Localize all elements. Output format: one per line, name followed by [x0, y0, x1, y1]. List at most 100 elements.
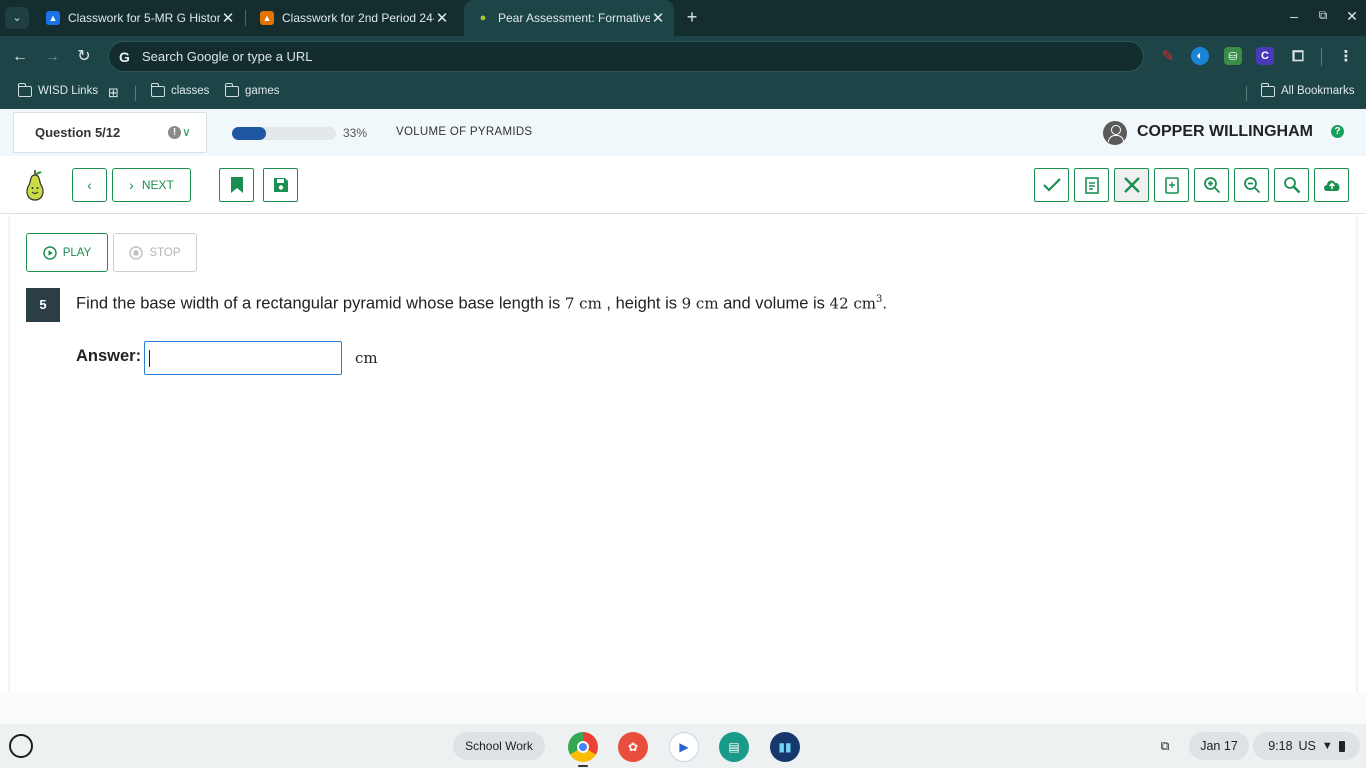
checkmark-icon	[1042, 178, 1061, 192]
answer-unit: cm	[355, 349, 378, 367]
date-button[interactable]: Jan 17	[1189, 732, 1249, 760]
question-text-part: , height is	[601, 294, 682, 313]
browser-tab-classroom-period[interactable]: ▲ Classwork for 2nd Period 24-2 ✕	[248, 0, 458, 36]
folder-icon	[1260, 82, 1275, 97]
zoom-out-button[interactable]	[1234, 168, 1269, 202]
folder-link-icon	[17, 82, 32, 97]
screen-capture-icon[interactable]: ⧉	[1150, 732, 1180, 760]
apps-grid-icon[interactable]: ⊞	[108, 85, 119, 101]
submit-upload-button[interactable]	[1314, 168, 1349, 202]
tab-title: Classwork for 2nd Period 24-2	[282, 11, 434, 25]
edge-extension-icon[interactable]: ◐	[1191, 47, 1209, 65]
close-window-icon[interactable]: ✕	[1342, 8, 1362, 25]
classroom-app-icon[interactable]: ▤	[719, 732, 749, 762]
stop-audio-button[interactable]: STOP	[113, 233, 197, 272]
date-label: Jan 17	[1200, 739, 1238, 753]
tab-search-chevron-icon[interactable]: ⌄	[5, 7, 29, 29]
toolbar-divider	[1321, 48, 1322, 66]
play-circle-icon	[42, 245, 57, 260]
zoom-in-button[interactable]	[1194, 168, 1229, 202]
browser-tab-pear-assessment[interactable]: ● Pear Assessment: Formative a ✕	[464, 0, 674, 36]
tab-separator	[245, 10, 246, 26]
pear-icon: ●	[479, 12, 487, 24]
save-button[interactable]	[263, 168, 298, 202]
all-bookmarks[interactable]: All Bookmarks	[1260, 82, 1355, 97]
reload-icon[interactable]: ↻	[72, 45, 96, 69]
zoom-out-icon	[1243, 177, 1260, 194]
magnifier-button[interactable]	[1274, 168, 1309, 202]
os-shelf: School Work ✿ ▶ ▤ ▮▮ ⧉ Jan 17 9:18 US ▼	[0, 724, 1366, 768]
notes-button[interactable]	[1074, 168, 1109, 202]
drive-extension-icon[interactable]: ⛁	[1224, 47, 1242, 65]
analytics-app-icon[interactable]: ▮▮	[770, 732, 800, 762]
pear-deck-app-icon[interactable]: ▶	[669, 732, 699, 762]
running-app-indicator	[578, 765, 588, 767]
new-tab-plus-icon[interactable]: +	[681, 6, 703, 28]
chevron-right-icon: ›	[129, 177, 134, 193]
browser-toolbar: ← → ↻ G Search Google or type a URL ✎ ◐ …	[0, 36, 1366, 78]
close-tab-icon[interactable]: ✕	[434, 9, 450, 27]
volume-value: 42 cm	[829, 294, 877, 313]
eliminator-button[interactable]	[1114, 168, 1149, 202]
c-extension-icon[interactable]: C	[1256, 47, 1274, 65]
help-question-icon[interactable]: ?	[1331, 125, 1344, 138]
back-arrow-icon[interactable]: ←	[8, 45, 32, 69]
play-audio-button[interactable]: PLAY	[26, 233, 108, 272]
bookmark-button[interactable]	[219, 168, 254, 202]
zoom-in-icon	[1203, 177, 1220, 194]
question-text: Find the base width of a rectangular pyr…	[76, 294, 887, 314]
restore-window-icon[interactable]: ⧉	[1313, 8, 1333, 23]
pear-logo-icon	[26, 170, 44, 201]
bookmark-label: classes	[171, 85, 210, 97]
google-classroom-icon: ▲	[46, 11, 60, 25]
minimize-window-icon[interactable]: –	[1284, 8, 1304, 24]
battery-icon	[1338, 740, 1345, 752]
bookmarks-bar: WISD Links ⊞ classes games All Bookmarks	[0, 78, 1366, 109]
canvas-paint-app-icon[interactable]: ✿	[618, 732, 648, 762]
question-selector[interactable]: Question 5/12 ! ∨	[13, 112, 207, 153]
launcher-circle-icon[interactable]	[9, 734, 33, 758]
bookmark-games[interactable]: games	[224, 82, 280, 97]
play-label: PLAY	[62, 246, 92, 259]
previous-question-button[interactable]: ‹	[72, 168, 107, 202]
question-counter: Question 5/12	[35, 125, 121, 140]
wifi-icon: ▼	[1321, 740, 1333, 752]
close-tab-icon[interactable]: ✕	[220, 9, 236, 27]
answer-input[interactable]	[144, 341, 342, 375]
cloud-upload-icon	[1323, 180, 1339, 191]
next-label: NEXT	[141, 178, 174, 192]
clock: 9:18	[1268, 739, 1293, 753]
browser-tab-classroom-history[interactable]: ▲ Classwork for 5-MR G History 2 ✕	[34, 0, 244, 36]
height-value: 9 cm	[681, 294, 719, 313]
forward-arrow-icon[interactable]: →	[40, 45, 64, 69]
calculator-button[interactable]	[1154, 168, 1189, 202]
close-tab-icon[interactable]: ✕	[650, 9, 666, 27]
status-tray[interactable]: 9:18 US ▼	[1253, 732, 1360, 760]
user-avatar-icon[interactable]	[1103, 121, 1127, 145]
google-g-icon: G	[119, 48, 130, 65]
browser-menu-kebab-icon[interactable]: ⋮	[1337, 47, 1355, 65]
address-bar[interactable]: G Search Google or type a URL	[108, 41, 1144, 72]
bookmark-separator	[1246, 86, 1247, 101]
question-text-part: Find the base width of a rectangular pyr…	[76, 294, 565, 313]
bookmark-wisd-links[interactable]: WISD Links	[17, 82, 99, 97]
folder-icon	[150, 82, 165, 97]
extensions-puzzle-icon[interactable]: ⧠	[1289, 47, 1307, 65]
next-question-button[interactable]: › NEXT	[112, 168, 191, 202]
notes-icon	[1084, 177, 1099, 194]
check-answer-button[interactable]	[1034, 168, 1069, 202]
pen-extension-icon[interactable]: ✎	[1159, 47, 1177, 65]
progress-percent: 33%	[343, 126, 368, 140]
bookmark-classes[interactable]: classes	[150, 82, 210, 97]
question-text-part: and volume is	[718, 294, 830, 313]
desk-name-button[interactable]: School Work	[453, 732, 545, 760]
text-caret	[149, 350, 150, 367]
progress-fill	[232, 127, 267, 140]
tab-title: Pear Assessment: Formative a	[498, 11, 650, 25]
bookmark-separator	[135, 86, 136, 101]
chevron-down-icon[interactable]: ∨	[182, 125, 191, 139]
page-bottom-strip	[0, 692, 1366, 724]
bookmark-label: WISD Links	[38, 85, 99, 97]
save-icon	[273, 178, 288, 192]
chrome-app-icon[interactable]	[568, 732, 598, 762]
